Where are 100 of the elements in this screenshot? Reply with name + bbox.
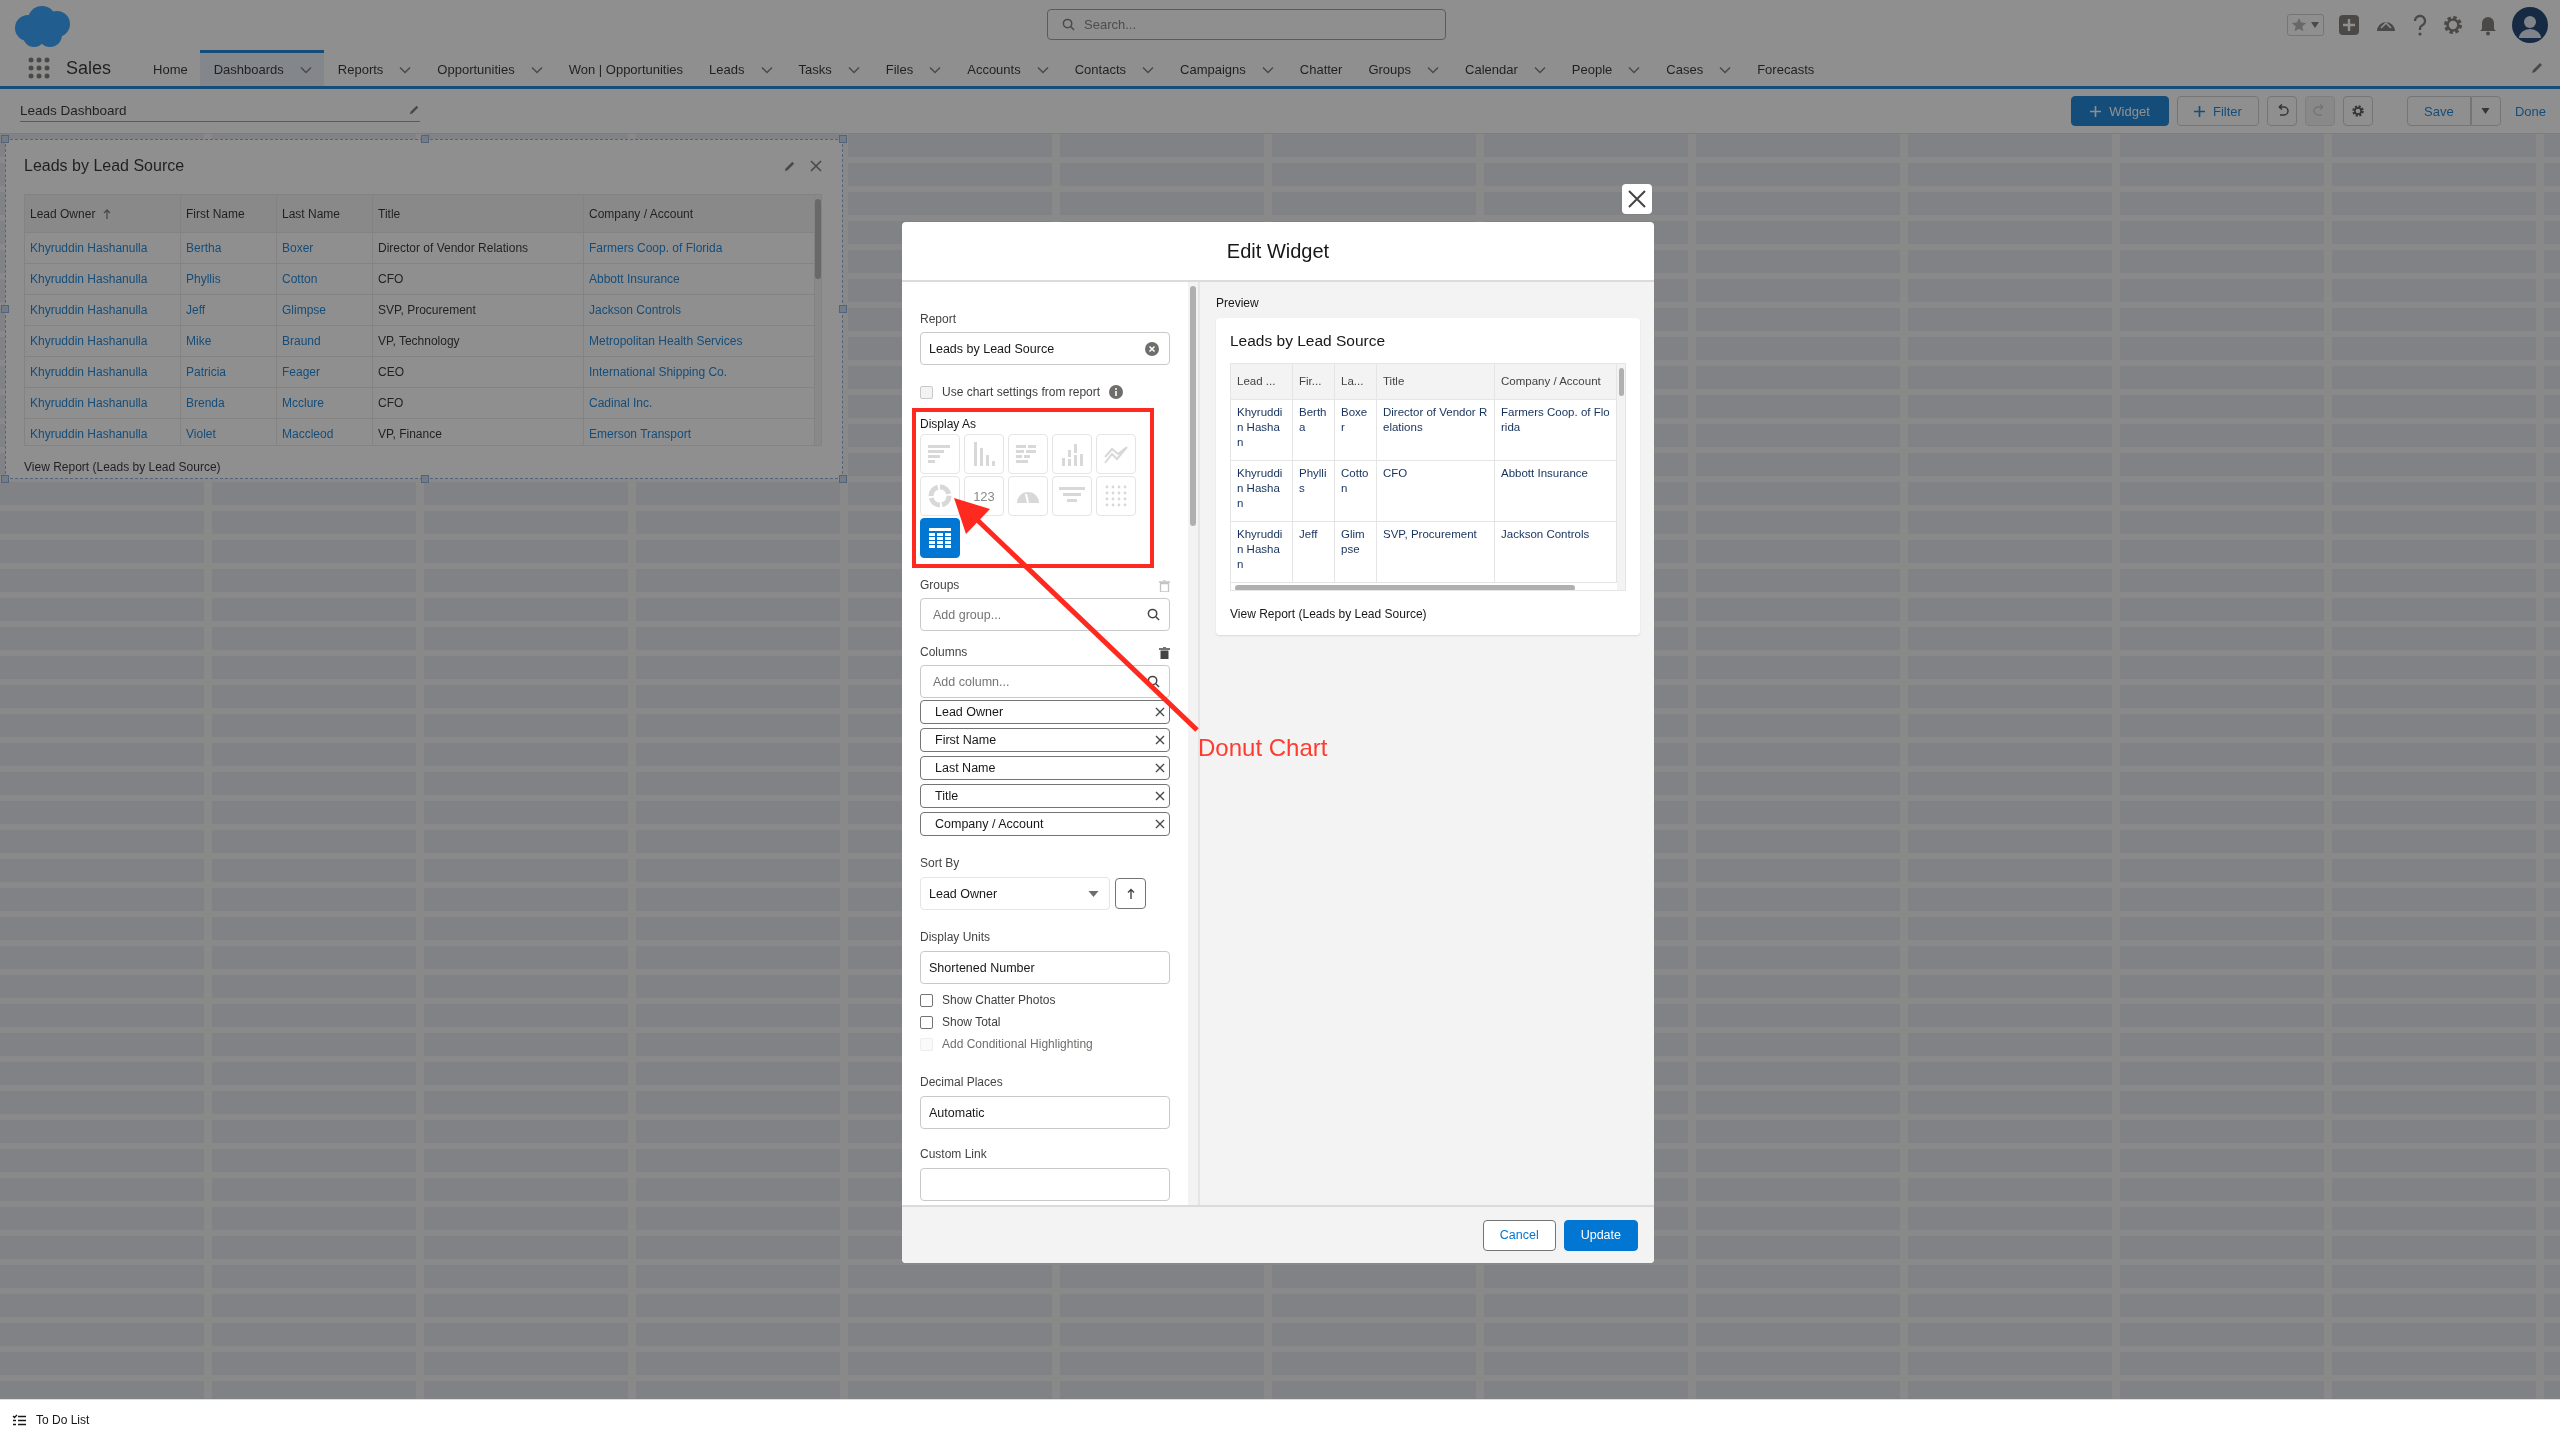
view-report-link[interactable]: View Report (Leads by Lead Source) (24, 460, 221, 474)
nav-tab[interactable]: Chatter (1285, 50, 1355, 86)
scrollbar-thumb[interactable] (1618, 368, 1624, 396)
table-link[interactable]: Glimpse (277, 295, 373, 325)
scrollbar-thumb[interactable] (1235, 585, 1575, 590)
pencil-icon[interactable] (2530, 61, 2544, 75)
settings-button[interactable] (2342, 96, 2373, 126)
table-link[interactable]: Maccleod (277, 419, 373, 445)
table-link[interactable]: Khyruddin Hashanulla (25, 233, 181, 263)
nav-tab[interactable]: Campaigns (1166, 50, 1286, 86)
undo-button[interactable] (2266, 96, 2297, 126)
table-link[interactable]: Bertha (181, 233, 277, 263)
nav-tab[interactable]: Files (871, 50, 954, 86)
nav-tab[interactable]: People (1557, 50, 1653, 86)
dashboard-name-field[interactable]: Leads Dashboard (20, 100, 420, 122)
chart-type-option[interactable] (920, 518, 960, 558)
update-button[interactable]: Update (1563, 1219, 1638, 1251)
app-launcher-icon[interactable] (28, 57, 50, 79)
checkbox[interactable] (920, 1015, 933, 1029)
resize-handle[interactable] (839, 135, 847, 143)
bell-icon[interactable] (2478, 14, 2498, 36)
decimal-places-field[interactable]: Automatic (920, 1096, 1170, 1129)
close-button[interactable] (1622, 184, 1652, 214)
table-link[interactable]: Mike (181, 326, 277, 356)
info-icon[interactable] (1109, 385, 1124, 399)
scrollbar-thumb[interactable] (1190, 286, 1196, 526)
trash-icon[interactable] (1159, 647, 1170, 659)
table-link[interactable]: Brenda (181, 388, 277, 418)
nav-tab[interactable]: Groups (1354, 50, 1452, 86)
resize-handle[interactable] (421, 475, 429, 483)
table-link[interactable]: Patricia (181, 357, 277, 387)
plus-icon[interactable] (2338, 14, 2360, 36)
nav-tab[interactable]: Calendar (1451, 50, 1558, 86)
column-pill[interactable]: Last Name (920, 756, 1170, 780)
table-link[interactable]: Cotton (277, 264, 373, 294)
settings-icon[interactable] (2442, 14, 2464, 36)
resize-handle[interactable] (839, 475, 847, 483)
toolbar-button[interactable]: Widget (2071, 96, 2170, 126)
table-link[interactable]: Braund (277, 326, 373, 356)
checkbox[interactable] (920, 993, 933, 1007)
remove-icon[interactable] (1155, 735, 1165, 745)
scrollbar-thumb[interactable] (815, 199, 821, 279)
toolbar-button[interactable]: Save (2406, 96, 2471, 126)
clear-icon[interactable] (1145, 341, 1159, 356)
toolbar-button[interactable]: Filter (2177, 96, 2259, 126)
nav-tab[interactable]: Leads (695, 50, 785, 86)
favorites-button[interactable] (2287, 14, 2324, 36)
checkbox[interactable] (920, 385, 933, 399)
utility-item[interactable]: To Do List (36, 1413, 90, 1427)
table-link[interactable]: Phyllis (181, 264, 277, 294)
nav-tab[interactable]: Forecasts (1743, 50, 1827, 86)
table-link[interactable]: Boxer (277, 233, 373, 263)
table-link[interactable]: Violet (181, 419, 277, 445)
search-field[interactable]: Search... (1047, 9, 1446, 40)
column-header[interactable]: Lead ... (1231, 364, 1293, 399)
remove-icon[interactable] (1155, 707, 1165, 717)
checklist-icon[interactable] (12, 1414, 26, 1426)
pencil-icon[interactable] (783, 159, 796, 173)
nav-tab[interactable]: Tasks (784, 50, 872, 86)
remove-icon[interactable] (1155, 763, 1165, 773)
display-units-field[interactable]: Shortened Number (920, 951, 1170, 984)
nav-tab[interactable]: Cases (1652, 50, 1744, 86)
resize-handle[interactable] (421, 135, 429, 143)
table-link[interactable]: Jeff (181, 295, 277, 325)
column-header[interactable]: Title (373, 195, 584, 232)
column-header[interactable]: Lead Owner (25, 195, 181, 232)
resize-handle[interactable] (839, 305, 847, 313)
search-field[interactable]: Add group... (920, 598, 1170, 631)
table-link[interactable]: Khyruddin Hashanulla (25, 326, 181, 356)
nav-tab[interactable]: Won | Opportunities (554, 50, 696, 86)
table-link[interactable]: Khyruddin Hashanulla (25, 264, 181, 294)
resize-handle[interactable] (1, 475, 9, 483)
column-pill[interactable]: Company / Account (920, 812, 1170, 836)
remove-icon[interactable] (1155, 791, 1165, 801)
nav-tab[interactable]: Contacts (1060, 50, 1166, 86)
nav-tab[interactable]: Home (139, 50, 200, 86)
table-link[interactable]: Khyruddin Hashanulla (25, 357, 181, 387)
resize-handle[interactable] (1, 135, 9, 143)
nav-tab[interactable]: Accounts (953, 50, 1061, 86)
column-header[interactable]: First Name (181, 195, 277, 232)
column-header[interactable]: Fir... (1293, 364, 1335, 399)
help-icon[interactable] (2412, 14, 2428, 36)
nav-tab[interactable]: Dashboards (199, 50, 324, 86)
close-icon[interactable] (810, 160, 822, 172)
column-header[interactable]: Last Name (277, 195, 373, 232)
table-link[interactable]: Khyruddin Hashanulla (25, 419, 181, 445)
table-link[interactable]: Feager (277, 357, 373, 387)
column-header[interactable]: Title (1377, 364, 1495, 399)
custom-link-field[interactable] (920, 1168, 1170, 1201)
resize-handle[interactable] (1, 305, 9, 313)
table-link[interactable]: Khyruddin Hashanulla (25, 388, 181, 418)
nav-tab[interactable]: Opportunities (423, 50, 555, 86)
avatar[interactable] (2512, 7, 2548, 43)
sort-direction-button[interactable] (1115, 878, 1146, 909)
column-pill[interactable]: Title (920, 784, 1170, 808)
nav-tab[interactable]: Reports (323, 50, 424, 86)
cancel-button[interactable]: Cancel (1482, 1219, 1556, 1251)
column-pill[interactable]: Lead Owner (920, 700, 1170, 724)
menu-button[interactable] (2470, 96, 2501, 126)
view-report-link[interactable]: View Report (Leads by Lead Source) (1230, 607, 1427, 621)
